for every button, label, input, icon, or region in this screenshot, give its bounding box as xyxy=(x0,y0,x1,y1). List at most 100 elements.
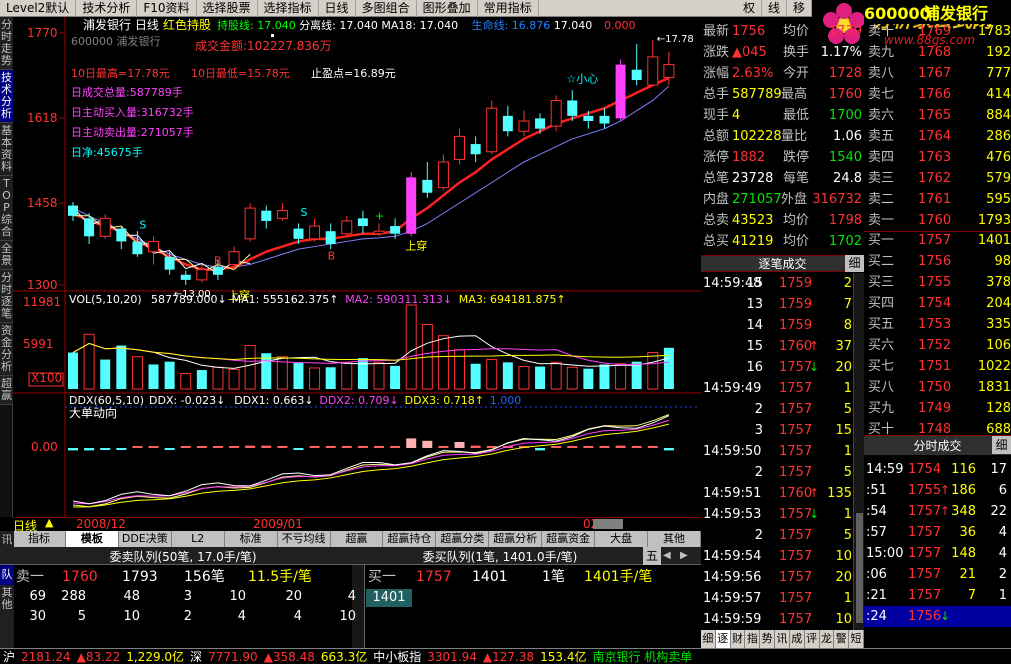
ask-level-row[interactable]: 卖一 1760 1793 xyxy=(864,210,1011,231)
left-tab[interactable]: 分时走势 xyxy=(0,17,13,70)
bid-level-row[interactable]: 买六 1752 106 xyxy=(864,335,1011,356)
menu-item[interactable]: 图形叠加 xyxy=(417,0,478,17)
panel-tab[interactable]: 评 xyxy=(805,630,820,648)
sell-queue-order[interactable]: 4 xyxy=(326,589,356,604)
ask-level-label: 卖二 xyxy=(868,192,895,207)
detail-button[interactable]: 细 xyxy=(992,436,1011,454)
minute-trade-row[interactable]: 14:59 1754 116 17 xyxy=(864,459,1011,480)
minute-trade-row[interactable]: :54 1757 ↑ 348 22 xyxy=(864,501,1011,522)
menu-item[interactable]: 技术分析 xyxy=(76,0,138,17)
sell-queue-order[interactable]: 10 xyxy=(110,609,140,624)
sell-queue-order[interactable]: 4 xyxy=(216,609,246,624)
menu-item[interactable]: 多图组合 xyxy=(356,0,417,17)
ask-level-row[interactable]: 卖二 1761 595 xyxy=(864,189,1011,210)
panel-tab[interactable]: 警 xyxy=(834,630,850,648)
sell-queue-order[interactable]: 10 xyxy=(216,589,246,604)
toolbar-button[interactable]: 线 xyxy=(762,0,787,17)
panel-tab[interactable]: 成 xyxy=(790,630,805,648)
sell-queue-order[interactable]: 4 xyxy=(272,609,302,624)
panel-tab[interactable]: 短 xyxy=(849,630,864,648)
volume-bar xyxy=(647,352,659,390)
panel-tab[interactable]: 财 xyxy=(731,630,746,648)
bid-level-row[interactable]: 买五 1753 335 xyxy=(864,314,1011,335)
minute-trade-row[interactable]: :57 1757 36 4 xyxy=(864,522,1011,543)
indicator-tab[interactable]: 其他 xyxy=(648,531,701,547)
indicator-tab[interactable]: 指标 xyxy=(13,531,66,547)
queue-scrollbar[interactable] xyxy=(352,565,364,648)
panel-tab[interactable]: 指 xyxy=(745,630,761,648)
menu-item[interactable]: 日线 xyxy=(319,0,356,17)
ask-level-row[interactable]: 卖八 1767 777 xyxy=(864,63,1011,84)
other-tab[interactable]: 其他 xyxy=(0,587,14,648)
left-tab[interactable]: 资金分析 xyxy=(0,323,13,376)
indicator-tab[interactable]: L2 xyxy=(172,531,225,547)
trade-time: 14:59:56 xyxy=(703,570,762,585)
sell-queue-order[interactable]: 288 xyxy=(56,589,86,604)
sell-queue-order[interactable]: 5 xyxy=(56,609,86,624)
detail-button[interactable]: 细 xyxy=(845,255,864,272)
bid-level-row[interactable]: 买四 1754 204 xyxy=(864,293,1011,314)
left-tab[interactable]: 分时逐笔 xyxy=(0,270,13,323)
sell-queue-order[interactable]: 48 xyxy=(110,589,140,604)
toolbar-button[interactable]: 权 xyxy=(737,0,762,17)
kline-chart[interactable]: 浦发银行 日线 红色持股 持股线: 17.040 分离线: 17.040 MA18: 1… xyxy=(13,17,701,517)
indicator-tab[interactable]: 标准 xyxy=(225,531,278,547)
minute-trade-row[interactable]: :51 1755 ↑ 186 6 xyxy=(864,480,1011,501)
indicator-tab[interactable]: DDE决策 xyxy=(119,531,172,547)
sell-queue-order[interactable]: 30 xyxy=(16,609,46,624)
menu-item[interactable]: 常用指标 xyxy=(478,0,539,17)
minute-trade-row[interactable]: :24 1756 ↓ xyxy=(864,606,1011,627)
queue-side-tab[interactable]: 讯 xyxy=(0,531,14,547)
queue-side-tab[interactable]: 队 xyxy=(0,565,14,585)
bid-level-row[interactable]: 买七 1751 1022 xyxy=(864,356,1011,377)
five-levels-button[interactable]: 五 xyxy=(643,547,661,565)
sell-queue-order[interactable]: 3 xyxy=(162,589,192,604)
minute-trade-row[interactable]: 15:00 1757 148 4 xyxy=(864,543,1011,564)
panel-tab[interactable]: 细 xyxy=(701,630,716,648)
indicator-tab[interactable]: 超赢分析 xyxy=(489,531,543,547)
indicator-tab[interactable]: 超赢分类 xyxy=(436,531,490,547)
ask-level-row[interactable]: 卖三 1762 579 xyxy=(864,168,1011,189)
panel-tab[interactable]: 势 xyxy=(760,630,776,648)
sell-queue-order[interactable]: 69 xyxy=(16,589,46,604)
ask-level-row[interactable]: 卖十 1769 1783 xyxy=(864,21,1011,42)
menu-item[interactable]: 选择股票 xyxy=(197,0,258,17)
chevron-right-icon[interactable]: ▶ xyxy=(680,550,688,561)
panel-tab[interactable]: 逐 xyxy=(715,630,731,648)
bid-level-row[interactable]: 买一 1757 1401 xyxy=(864,230,1011,251)
indicator-tab[interactable]: 超赢 xyxy=(331,531,384,547)
left-tab[interactable]: 基本资料 xyxy=(0,123,13,176)
chevron-left-icon[interactable]: ◀ xyxy=(663,550,671,561)
indicator-tab[interactable]: 超赢资金 xyxy=(542,531,596,547)
ask-level-row[interactable]: 卖六 1765 884 xyxy=(864,105,1011,126)
menu-item[interactable]: Level2默认 xyxy=(0,0,77,17)
left-tab[interactable]: 超赢 xyxy=(0,376,13,405)
toolbar-button[interactable]: 移 xyxy=(787,0,812,17)
indicator-tab[interactable]: 大盘 xyxy=(595,531,649,547)
panel-tab[interactable]: 讯 xyxy=(775,630,790,648)
sell-queue-order[interactable]: 10 xyxy=(326,609,356,624)
ask-level-row[interactable]: 卖四 1763 476 xyxy=(864,147,1011,168)
left-tab[interactable]: 全景 xyxy=(0,241,13,270)
menu-item[interactable]: 选择指标 xyxy=(258,0,319,17)
left-tab[interactable]: TOP综合 xyxy=(0,176,13,241)
bid-level-row[interactable]: 买三 1755 378 xyxy=(864,272,1011,293)
menu-item[interactable]: F10资料 xyxy=(137,0,197,17)
sell-queue-order[interactable]: 2 xyxy=(162,609,192,624)
sell-queue-order[interactable]: 20 xyxy=(272,589,302,604)
panel-tab[interactable]: 龙 xyxy=(820,630,835,648)
minute-trade-row[interactable]: :06 1757 21 2 xyxy=(864,564,1011,585)
ask-level-row[interactable]: 卖七 1766 414 xyxy=(864,84,1011,105)
indicator-tab[interactable]: 不亏均线 xyxy=(278,531,331,547)
indicator-tab[interactable]: 模板 xyxy=(65,531,119,547)
ask-level-row[interactable]: 卖五 1764 286 xyxy=(864,126,1011,147)
bid-level-row[interactable]: 买九 1749 128 xyxy=(864,398,1011,419)
buy-queue-order[interactable]: 1401 xyxy=(366,589,412,607)
bid-level-row[interactable]: 买二 1756 98 xyxy=(864,251,1011,272)
left-tab[interactable]: 技术分析 xyxy=(0,70,13,123)
indicator-tab[interactable]: 超赢持仓 xyxy=(383,531,437,547)
minute-trade-row[interactable]: :21 1757 7 1 xyxy=(864,585,1011,606)
bid-level-row[interactable]: 买八 1750 1831 xyxy=(864,377,1011,398)
ask-level-row[interactable]: 卖九 1768 192 xyxy=(864,42,1011,63)
scroll-thumb[interactable] xyxy=(593,519,623,529)
